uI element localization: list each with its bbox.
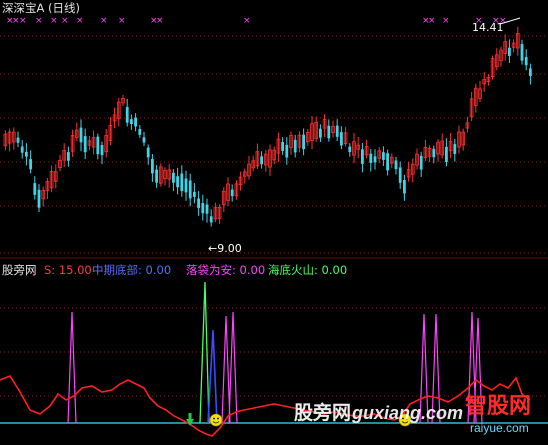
- candle-down: [20, 146, 24, 153]
- candle-down: [508, 47, 511, 56]
- stock-chart-window: × × × × × × × × × × × × × × × × × × 深深宝A (日线) 14.41 ←9.00…: [0, 0, 548, 445]
- candle-down: [302, 134, 305, 150]
- indicator-label-s: S: 15.00: [44, 263, 92, 277]
- smiley-icon-eye: [213, 417, 215, 420]
- take-profit-spike: [228, 311, 238, 424]
- candle-down: [155, 169, 158, 183]
- candle-down: [453, 144, 457, 154]
- low-price-value: 9.00: [217, 242, 242, 255]
- chart-title: 深深宝A (日线): [2, 1, 80, 15]
- candle-down: [340, 132, 343, 146]
- candle-down: [319, 128, 322, 138]
- candle-down: [398, 167, 402, 183]
- candle-down: [67, 152, 70, 161]
- candle-down: [33, 183, 37, 195]
- candle-down: [193, 191, 196, 197]
- candle-down: [100, 145, 104, 156]
- candle-down: [293, 139, 297, 153]
- candle-down: [403, 180, 406, 194]
- candle-down: [520, 44, 524, 61]
- candle-down: [138, 128, 142, 135]
- candle-down: [361, 149, 364, 164]
- candle-down: [151, 159, 154, 174]
- candle-down: [419, 155, 423, 170]
- x-marker-icon: ×: [19, 16, 27, 26]
- candle-down: [348, 146, 352, 152]
- candle-down: [96, 136, 100, 155]
- candle-down: [130, 119, 133, 124]
- candle-down: [146, 147, 150, 158]
- candle-down: [327, 125, 331, 139]
- candle-down: [16, 137, 20, 143]
- candle-down: [201, 203, 205, 214]
- candle-down: [260, 156, 263, 165]
- candle-down: [184, 178, 188, 193]
- candlestick-chart: ×× × × × × × × × ×× × ×× × × × ×: [0, 16, 548, 437]
- x-marker-icon: ×: [442, 16, 450, 26]
- smiley-icon: [209, 413, 223, 427]
- candle-down: [83, 136, 87, 153]
- high-price-label: 14.41: [472, 21, 504, 34]
- candle-down: [432, 148, 436, 158]
- low-price-label: ←9.00: [208, 242, 242, 255]
- x-marker-icon: ×: [61, 16, 69, 26]
- x-marker-icon: ×: [76, 16, 84, 26]
- candle-down: [386, 153, 389, 171]
- candle-down: [335, 125, 339, 137]
- x-marker-icon: ×: [156, 16, 164, 26]
- x-marker-icon: ×: [243, 16, 251, 26]
- candle-down: [197, 198, 200, 209]
- watermark-logo-cn: 智股网: [465, 394, 532, 419]
- candle-down: [37, 189, 41, 208]
- candle-down: [524, 57, 528, 66]
- smiley-icon-eye: [217, 417, 219, 420]
- candle-down: [230, 189, 234, 197]
- x-marker-icon: ×: [35, 16, 43, 26]
- x-marker-icon: ×: [100, 16, 108, 26]
- candle-down: [382, 152, 385, 160]
- candle-down: [209, 216, 213, 223]
- candle-down: [25, 151, 28, 157]
- indicator-brand: 股旁网: [2, 263, 37, 277]
- candle-down: [394, 160, 398, 170]
- indicator-label-mid-bottom: 中期底部: 0.00: [92, 263, 172, 277]
- watermark-site-en: guxiang.com: [352, 403, 464, 423]
- candle-down: [205, 204, 209, 214]
- candle-down: [373, 156, 377, 163]
- candle-down: [79, 127, 83, 143]
- candle-down: [142, 137, 146, 143]
- take-profit-spike: [221, 315, 231, 424]
- candle-down: [188, 180, 192, 199]
- x-marker-icon: ×: [50, 16, 58, 26]
- candle-down: [281, 141, 284, 151]
- take-profit-spike: [67, 311, 77, 424]
- watermark-logo-en: raiyue.com: [470, 421, 529, 435]
- candle-down: [172, 172, 175, 183]
- candle-down: [125, 107, 129, 123]
- watermark-site-cn: 股旁网: [294, 402, 352, 424]
- candle-down: [176, 176, 179, 188]
- candle-down: [29, 159, 32, 170]
- x-marker-icon: ×: [118, 16, 126, 26]
- indicator-label-take-profit: 落袋为安: 0.00: [186, 263, 266, 277]
- green-down-arrow-stem: [188, 413, 192, 419]
- indicator-label-sea-volcano: 海底火山: 0.00: [268, 263, 348, 277]
- candle-down: [180, 173, 184, 192]
- x-marker-icon: ×: [428, 16, 436, 26]
- candle-down: [369, 153, 373, 163]
- candle-down: [529, 68, 532, 76]
- candle-down: [285, 144, 289, 158]
- candle-down: [445, 146, 448, 163]
- mid-bottom-spike: [207, 329, 218, 424]
- candle-down: [134, 117, 137, 127]
